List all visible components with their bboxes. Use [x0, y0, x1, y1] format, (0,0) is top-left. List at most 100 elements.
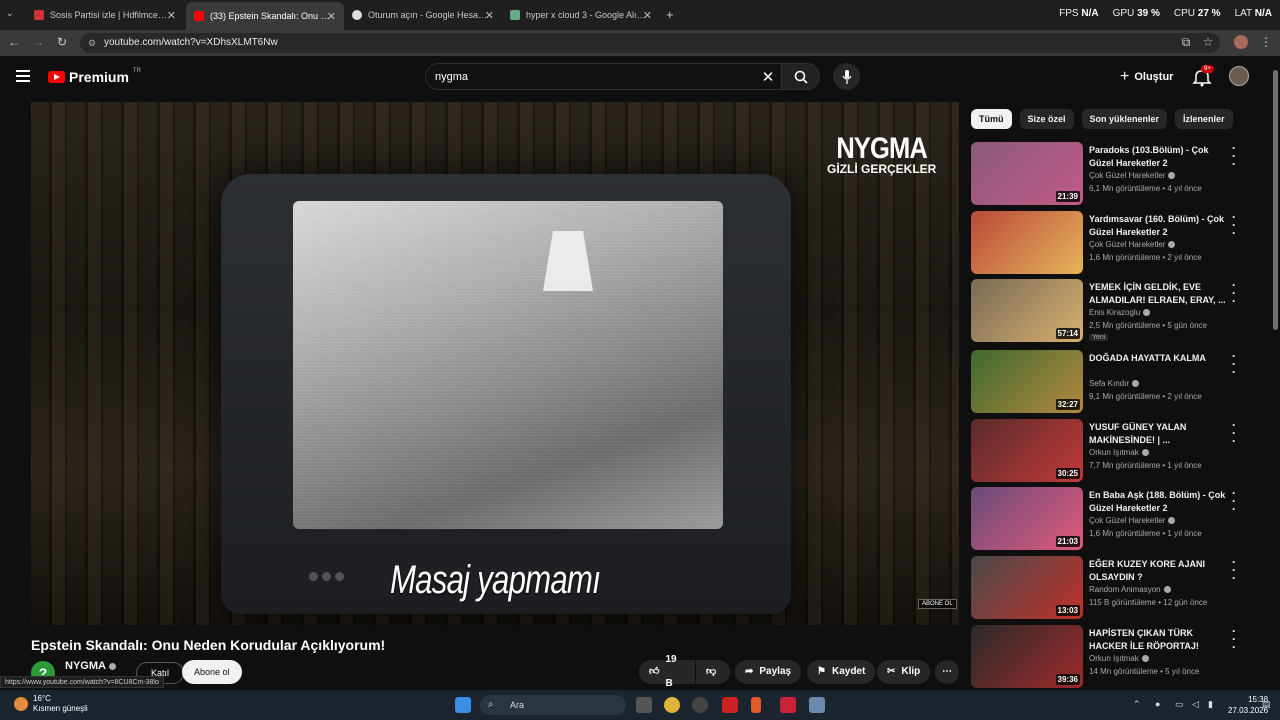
notification-center-icon[interactable]: ▤	[1262, 699, 1271, 710]
verified-badge-icon	[1168, 241, 1176, 248]
microphone-app-icon[interactable]	[751, 697, 761, 713]
chip-all[interactable]: Tümü	[971, 109, 1012, 129]
more-actions-button[interactable]: ⋯	[935, 660, 959, 684]
more-options-icon[interactable]: · · ·	[1229, 556, 1239, 584]
video-thumbnail[interactable]: 39:36	[971, 625, 1083, 688]
scrollbar-thumb[interactable]	[1273, 70, 1278, 330]
related-video-item[interactable]: 39:36 HAPİSTEN ÇIKAN TÜRK HACKER İLE RÖPO…	[971, 625, 1246, 689]
video-thumbnail[interactable]: 30:25	[971, 419, 1083, 482]
related-video-channel[interactable]: Orkun Işıtmak	[1089, 448, 1149, 457]
more-options-icon[interactable]: · · ·	[1229, 487, 1239, 515]
chip-for-you[interactable]: Size özel	[1019, 109, 1074, 129]
tab-youtube-active[interactable]: (33) Epstein Skandalı: Onu Neden Korudul…	[186, 2, 344, 30]
tab-google-shopping[interactable]: hyper x cloud 3 - Google Alışveriş ✕	[502, 4, 660, 26]
channel-name[interactable]: NYGMA	[65, 660, 116, 672]
youtube-premium-logo[interactable]: Premium TR	[48, 68, 141, 85]
page-scrollbar[interactable]	[1271, 56, 1280, 690]
more-options-icon[interactable]: · · ·	[1229, 211, 1239, 239]
video-thumbnail[interactable]: 13:03	[971, 556, 1083, 619]
related-video-title[interactable]: Paradoks (103.Bölüm) - Çok Güzel Hareket…	[1089, 144, 1227, 170]
related-video-channel[interactable]: Çok Güzel Hareketler	[1089, 240, 1176, 249]
new-tab-plus-icon[interactable]: +	[666, 7, 674, 22]
more-options-icon[interactable]: · · ·	[1229, 279, 1239, 307]
account-avatar[interactable]	[1229, 66, 1249, 86]
taskbar-search[interactable]: ⌕ Ara	[480, 695, 626, 715]
create-button[interactable]: + Oluştur	[1120, 68, 1173, 86]
related-video-channel[interactable]: Enis Kirazoglu	[1089, 308, 1151, 317]
site-info-icon[interactable]: ⚙	[88, 33, 96, 53]
related-video-title[interactable]: Yardımsavar (160. Bölüm) - Çok Güzel Har…	[1089, 213, 1227, 239]
weather-widget[interactable]: 16°C Kısmen güneşli	[14, 694, 88, 714]
back-arrow-icon[interactable]: ←	[6, 35, 22, 49]
reload-icon[interactable]: ↻	[54, 35, 70, 49]
more-options-icon[interactable]: · · ·	[1229, 625, 1239, 653]
close-tab-icon[interactable]: ✕	[485, 9, 494, 22]
related-video-item[interactable]: Yardımsavar (160. Bölüm) - Çok Güzel Har…	[971, 211, 1246, 275]
search-input[interactable]	[426, 64, 755, 89]
related-video-item[interactable]: 13:03 EĞER KUZEY KORE AJANI OLSAYDIN ? Ran…	[971, 556, 1246, 620]
related-video-title[interactable]: EĞER KUZEY KORE AJANI OLSAYDIN ?	[1089, 558, 1227, 584]
browser-menu-icon[interactable]: ⋮	[1258, 35, 1274, 49]
related-video-channel[interactable]: Çok Güzel Hareketler	[1089, 516, 1176, 525]
related-video-item[interactable]: 21:39 Paradoks (103.Bölüm) - Çok Güzel Ha…	[971, 142, 1246, 206]
tab-sosis[interactable]: Sosis Partisi izle | Hdfilmcehennemi ✕	[26, 4, 184, 26]
search-button[interactable]	[781, 64, 819, 89]
related-video-title[interactable]: HAPİSTEN ÇIKAN TÜRK HACKER İLE RÖPORTAJ!	[1089, 627, 1227, 653]
bookmark-star-icon[interactable]: ☆	[1200, 35, 1216, 49]
hamburger-menu-icon[interactable]	[16, 70, 30, 82]
video-thumbnail[interactable]: 32:27	[971, 350, 1083, 413]
related-video-channel[interactable]: Orkun Işıtmak	[1089, 654, 1149, 663]
windows-start-icon[interactable]	[455, 697, 471, 713]
more-options-icon[interactable]: · · ·	[1229, 142, 1239, 170]
like-button[interactable]: 👍︎ 19 B	[639, 654, 695, 689]
related-video-title[interactable]: DOĞADA HAYATTA KALMA	[1089, 352, 1227, 365]
related-video-title[interactable]: En Baba Aşk (188. Bölüm) - Çok Güzel Har…	[1089, 489, 1227, 515]
clear-search-icon[interactable]: ✕	[755, 68, 781, 86]
related-video-channel[interactable]: Çok Güzel Hareketler	[1089, 171, 1176, 180]
clip-button[interactable]: ✂ Klip	[877, 660, 931, 684]
tray-network-icon[interactable]: ▭	[1175, 699, 1184, 710]
tray-volume-icon[interactable]: ◁	[1192, 699, 1199, 710]
related-video-item[interactable]: 32:27 DOĞADA HAYATTA KALMA Sefa Kındır 9,1 …	[971, 350, 1246, 414]
tab-google-signin[interactable]: Oturum açın - Google Hesapları ✕	[344, 4, 502, 26]
chrome-icon[interactable]	[664, 697, 680, 713]
settings-gear-icon[interactable]	[809, 697, 825, 713]
app-icon-2[interactable]	[692, 697, 708, 713]
close-tab-icon[interactable]: ✕	[167, 9, 176, 22]
app-icon-3[interactable]	[722, 697, 738, 713]
close-tab-icon[interactable]: ✕	[643, 9, 652, 22]
tray-chevron-icon[interactable]: ⌃	[1133, 699, 1141, 710]
address-bar[interactable]: ⚙ youtube.com/watch?v=XDhsXLMT6Nw	[80, 33, 1220, 53]
tray-mic-icon[interactable]: ●	[1155, 699, 1160, 709]
subscribe-watermark-button[interactable]: ABONE OL	[918, 599, 957, 609]
chip-recently-uploaded[interactable]: Son yüklenenler	[1081, 109, 1168, 129]
dislike-button[interactable]: 👎︎	[696, 660, 730, 684]
related-video-item[interactable]: 21:03 En Baba Aşk (188. Bölüm) - Çok Güze…	[971, 487, 1246, 551]
profile-avatar[interactable]	[1234, 35, 1248, 49]
video-thumbnail[interactable]	[971, 211, 1083, 274]
task-view-icon[interactable]	[636, 697, 652, 713]
chip-watched[interactable]: İzlenenler	[1175, 109, 1233, 129]
forward-arrow-icon[interactable]: →	[30, 35, 46, 49]
voice-search-button[interactable]	[833, 63, 860, 90]
video-player[interactable]: NYGMA GİZLİ GERÇEKLER Masaj yapmamı ABON…	[31, 102, 959, 625]
close-tab-icon[interactable]: ✕	[327, 10, 336, 23]
video-thumbnail[interactable]: 21:03	[971, 487, 1083, 550]
tab-list-chevron-icon[interactable]: ⌄	[6, 8, 14, 19]
related-video-item[interactable]: 57:14 YEMEK İÇİN GELDİK, EVE ALMADILAR! E…	[971, 279, 1246, 343]
share-button[interactable]: ➦ Paylaş	[735, 660, 802, 684]
video-thumbnail[interactable]: 57:14	[971, 279, 1083, 342]
more-options-icon[interactable]: · · ·	[1229, 350, 1239, 378]
subscribe-button[interactable]: Abone ol	[182, 660, 242, 684]
related-video-channel[interactable]: Sefa Kındır	[1089, 379, 1140, 388]
related-video-item[interactable]: 30:25 YUSUF GÜNEY YALAN MAKİNESİNDE! | ..…	[971, 419, 1246, 483]
video-thumbnail[interactable]: 21:39	[971, 142, 1083, 205]
related-video-title[interactable]: YEMEK İÇİN GELDİK, EVE ALMADILAR! ELRAEN…	[1089, 281, 1227, 307]
install-app-icon[interactable]: ⧉	[1178, 35, 1194, 50]
tray-battery-icon[interactable]: ▮	[1208, 699, 1213, 710]
save-button[interactable]: ⚑ Kaydet	[807, 660, 876, 684]
more-options-icon[interactable]: · · ·	[1229, 419, 1239, 447]
related-video-title[interactable]: YUSUF GÜNEY YALAN MAKİNESİNDE! | ...	[1089, 421, 1227, 447]
app-icon-5[interactable]	[780, 697, 796, 713]
related-video-channel[interactable]: Random Animasyon	[1089, 585, 1171, 594]
